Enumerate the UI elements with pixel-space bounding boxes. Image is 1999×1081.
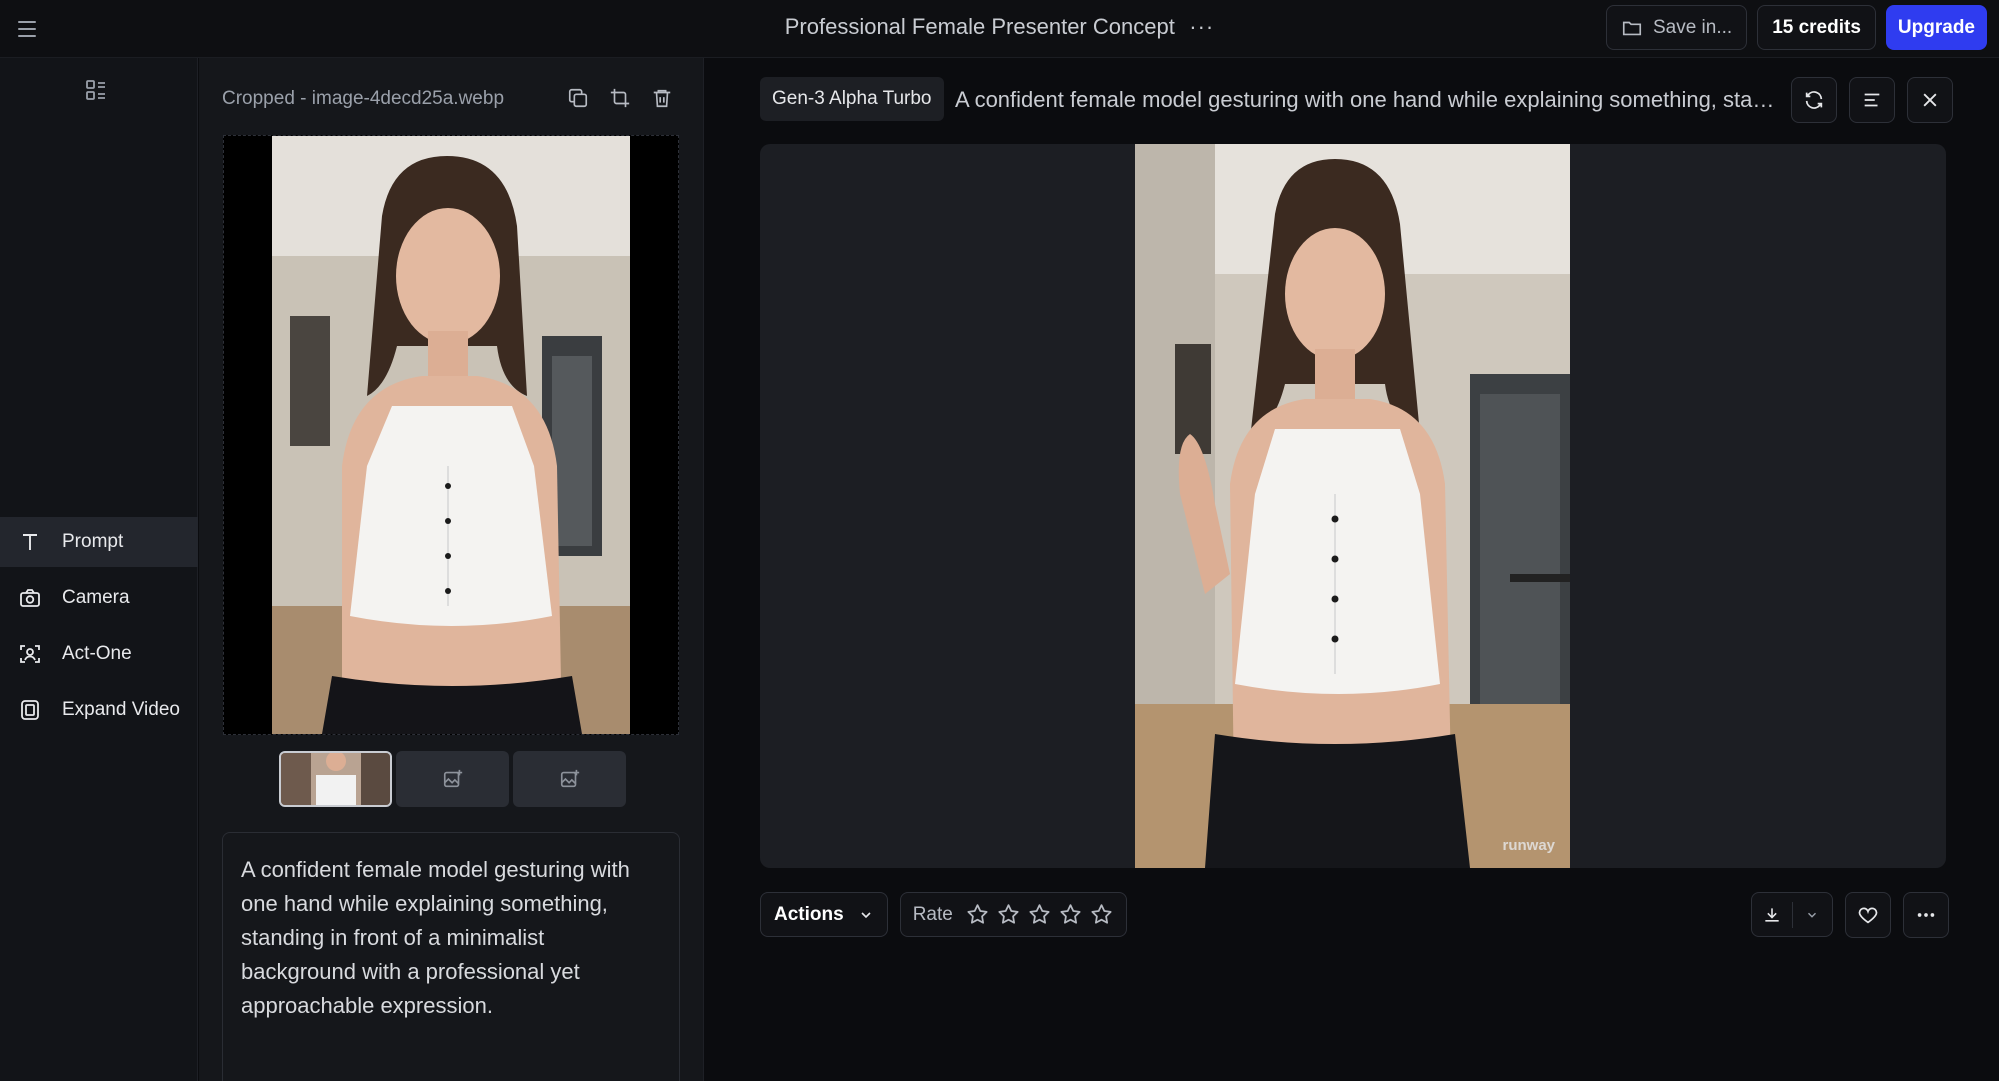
details-button[interactable]	[1849, 77, 1895, 123]
star-rating	[965, 902, 1114, 927]
regenerate-button[interactable]	[1791, 77, 1837, 123]
folder-icon	[1622, 21, 1642, 35]
nav-item-camera[interactable]: Camera	[0, 573, 198, 623]
thumbnail-image	[281, 753, 390, 805]
save-in-label: Save in...	[1652, 16, 1733, 38]
add-image-icon	[560, 769, 579, 788]
more-icon[interactable]: ···	[1189, 14, 1214, 40]
nav-item-label: Act-One	[62, 643, 132, 664]
prompt-text: A confident female model gesturing with …	[241, 857, 630, 1018]
project-title[interactable]: Professional Female Presenter Concept	[785, 14, 1175, 40]
trash-icon	[653, 89, 671, 108]
generation-prompt: A confident female model gesturing with …	[955, 87, 1775, 112]
close-icon	[1923, 93, 1937, 107]
align-left-icon	[1864, 93, 1880, 107]
actions-dropdown[interactable]: Actions	[760, 892, 888, 937]
nav-item-prompt[interactable]: Prompt	[0, 517, 198, 567]
text-t-icon	[23, 534, 37, 550]
face-scan-icon	[20, 645, 40, 663]
add-image-slot[interactable]	[513, 751, 626, 807]
download-options-button[interactable]	[1793, 893, 1833, 936]
nav-item-label: Expand Video	[62, 699, 180, 720]
source-thumbnail[interactable]	[279, 751, 392, 807]
add-image-icon	[443, 769, 462, 788]
delete-button[interactable]	[648, 84, 676, 112]
star-icon[interactable]	[965, 902, 990, 927]
runway-watermark: runway	[1502, 837, 1555, 854]
rating-control: Rate	[899, 892, 1127, 937]
more-options-button[interactable]	[1903, 892, 1949, 938]
source-file-name: Cropped - image-4decd25a.webp	[222, 88, 505, 109]
credits-label: 15 credits	[1772, 16, 1861, 38]
nav-item-label: Prompt	[62, 531, 124, 552]
star-icon[interactable]	[996, 902, 1021, 927]
generated-video	[1135, 144, 1570, 868]
model-badge: Gen-3 Alpha Turbo	[760, 77, 944, 121]
film-icon	[21, 700, 39, 720]
star-icon[interactable]	[1027, 902, 1052, 927]
favorite-button[interactable]	[1845, 892, 1891, 938]
chevron-down-icon	[861, 911, 871, 918]
nav-item-act-one[interactable]: Act-One	[0, 629, 198, 679]
source-image-frame[interactable]	[223, 135, 679, 736]
refresh-icon	[1805, 91, 1823, 109]
download-icon	[1765, 907, 1779, 922]
video-preview[interactable]: runway	[760, 144, 1946, 868]
heart-icon	[1858, 907, 1878, 924]
save-in-button[interactable]: Save in...	[1605, 5, 1748, 50]
crop-button[interactable]	[606, 84, 634, 112]
star-icon[interactable]	[1058, 902, 1083, 927]
star-icon[interactable]	[1089, 902, 1114, 927]
download-button[interactable]	[1752, 893, 1792, 936]
tool-sidebar: Prompt Camera Act-One Expand Video	[0, 58, 198, 1081]
actions-label: Actions	[774, 903, 844, 925]
close-button[interactable]	[1907, 77, 1953, 123]
upgrade-button[interactable]: Upgrade	[1885, 5, 1987, 50]
copy-icon	[568, 88, 588, 108]
top-bar: Professional Female Presenter Concept ··…	[0, 0, 1999, 58]
camera-icon	[20, 589, 40, 607]
generation-panel: Gen-3 Alpha Turbo A confident female mod…	[705, 58, 1999, 1081]
rate-label: Rate	[912, 903, 953, 925]
source-panel: Cropped - image-4decd25a.webp A confiden…	[199, 58, 704, 1081]
upgrade-label: Upgrade	[1897, 16, 1975, 38]
add-image-slot[interactable]	[396, 751, 509, 807]
duplicate-button[interactable]	[564, 84, 592, 112]
credits-button[interactable]: 15 credits	[1757, 5, 1876, 50]
source-image	[224, 136, 678, 736]
prompt-textarea[interactable]: A confident female model gesturing with …	[222, 832, 680, 1081]
more-horizontal-icon	[1917, 913, 1935, 917]
layout-list-icon[interactable]	[84, 78, 108, 102]
nav-item-label: Camera	[62, 587, 130, 608]
chevron-down-icon	[1808, 912, 1817, 918]
download-split-button	[1751, 892, 1833, 937]
menu-icon[interactable]	[18, 16, 44, 42]
crop-icon	[610, 88, 630, 108]
nav-item-expand-video[interactable]: Expand Video	[0, 685, 198, 735]
